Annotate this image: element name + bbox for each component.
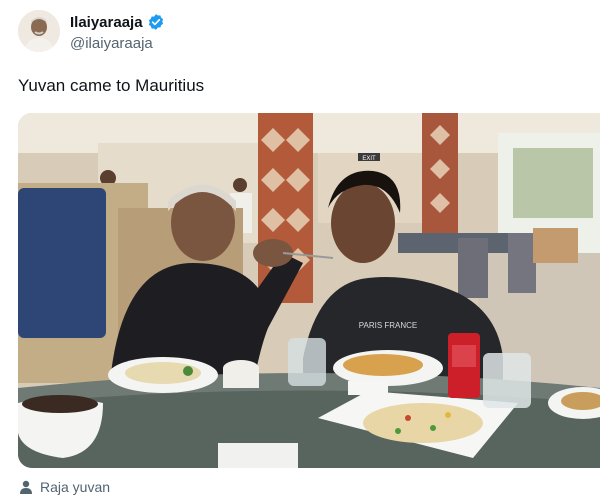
author-display-name[interactable]: Ilaiyaraaja	[70, 14, 143, 31]
shirt-print-text: PARIS FRANCE	[359, 321, 418, 330]
author-avatar[interactable]	[18, 10, 60, 52]
verified-badge-icon	[147, 13, 165, 31]
tweet-header: Ilaiyaraaja @ilaiyaraaja	[18, 10, 578, 54]
tweet-photo[interactable]: EXIT PARIS FRANCE	[18, 113, 600, 468]
avatar-image	[18, 10, 60, 52]
person-icon	[18, 479, 34, 495]
tweet-text: Yuvan came to Mauritius	[18, 76, 205, 95]
author-handle[interactable]: @ilaiyaraaja	[70, 35, 165, 52]
exit-sign-text: EXIT	[362, 156, 376, 162]
tagged-user-name[interactable]: Raja yuvan	[40, 479, 110, 495]
tagged-user[interactable]: Raja yuvan	[18, 477, 110, 497]
restaurant-photo: EXIT PARIS FRANCE	[18, 113, 600, 468]
